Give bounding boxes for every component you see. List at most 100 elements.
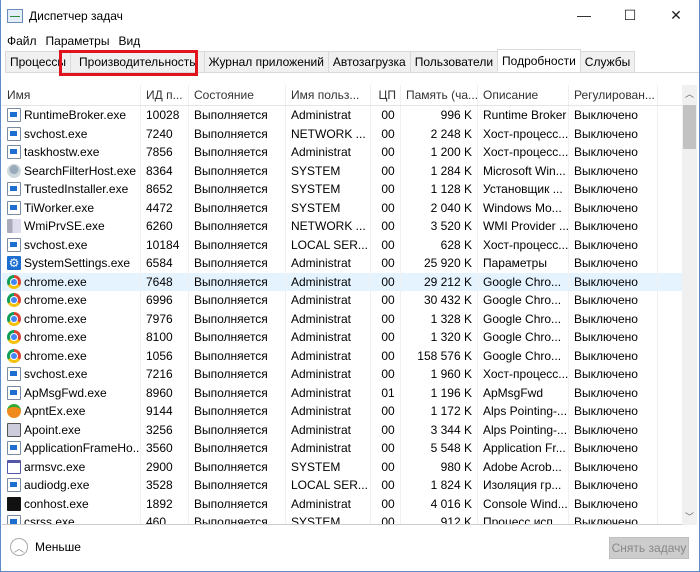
process-user-text: SYSTEM: [291, 182, 341, 197]
process-virtualization: Выключено: [569, 161, 658, 180]
process-pid-text: 9144: [146, 404, 173, 419]
maximize-button[interactable]: ☐: [607, 0, 653, 30]
footer: ︿ Меньше Снять задачу: [2, 526, 698, 570]
column-description[interactable]: Описание: [478, 85, 569, 105]
process-user-text: Administrat: [291, 256, 352, 271]
table-row[interactable]: TiWorker.exe 4472 Выполняется SYSTEM 00 2 040…: [2, 198, 684, 217]
tab-processes[interactable]: Процессы: [5, 51, 72, 72]
process-cpu: 00: [371, 272, 401, 291]
process-status-text: Выполняется: [194, 219, 268, 234]
process-name-text: RuntimeBroker.exe: [24, 108, 127, 123]
table-row[interactable]: ApMsgFwd.exe 8960 Выполняется Administrat 01…: [2, 383, 684, 402]
table-row[interactable]: WmiPrvSE.exe 6260 Выполняется NETWORK ... 00…: [2, 217, 684, 236]
column-memory[interactable]: Память (ча...: [401, 85, 478, 105]
process-status: Выполняется: [189, 143, 286, 162]
table-row[interactable]: chrome.exe 6996 Выполняется Administrat 00 30…: [2, 291, 684, 310]
process-description: Runtime Broker: [478, 106, 569, 125]
process-description-text: Установщик ...: [483, 182, 563, 197]
process-user-text: Administrat: [291, 422, 352, 437]
menu-file[interactable]: Файл: [7, 34, 37, 48]
process-user-text: Administrat: [291, 293, 352, 308]
fewer-details-button[interactable]: ︿ Меньше: [10, 538, 81, 556]
process-virtualization: Выключено: [569, 235, 658, 254]
exe-process-icon: [7, 515, 21, 524]
process-name-text: chrome.exe: [24, 274, 87, 289]
process-user: LOCAL SER...: [286, 235, 371, 254]
column-user[interactable]: Имя польз...: [286, 85, 371, 105]
process-pid-text: 7216: [146, 367, 173, 382]
process-pid: 6584: [141, 254, 189, 273]
end-task-button[interactable]: Снять задачу: [609, 537, 689, 559]
process-virtualization-text: Выключено: [574, 182, 638, 197]
process-user-text: NETWORK ...: [291, 219, 366, 234]
scroll-down-icon[interactable]: ﹀: [682, 510, 697, 523]
process-memory: 980 K: [401, 457, 478, 476]
column-status[interactable]: Состояние: [189, 85, 286, 105]
table-row[interactable]: ⚙ SystemSettings.exe 6584 Выполняется Admini…: [2, 254, 684, 273]
process-cpu: 00: [371, 420, 401, 439]
process-virtualization: Выключено: [569, 457, 658, 476]
tab-performance[interactable]: Производительность: [70, 51, 205, 72]
tab-app-history[interactable]: Журнал приложений: [203, 51, 329, 72]
table-row[interactable]: chrome.exe 7648 Выполняется Administrat 00 29…: [2, 272, 684, 291]
table-row[interactable]: ApplicationFrameHo... 3560 Выполняется Admi…: [2, 439, 684, 458]
scroll-up-icon[interactable]: ︿: [682, 87, 697, 100]
table-row[interactable]: conhost.exe 1892 Выполняется Administrat 00 4…: [2, 494, 684, 513]
process-memory: 3 344 K: [401, 420, 478, 439]
table-row[interactable]: chrome.exe 8100 Выполняется Administrat 00 1 …: [2, 328, 684, 347]
table-row[interactable]: SearchFilterHost.exe 8364 Выполняется SYSTE…: [2, 161, 684, 180]
table-row[interactable]: ApntEx.exe 9144 Выполняется Administrat 00 1 …: [2, 402, 684, 421]
process-virtualization-text: Выключено: [574, 108, 638, 123]
process-status: Выполняется: [189, 217, 286, 236]
process-cpu: 00: [371, 106, 401, 125]
scrollbar-thumb[interactable]: [683, 105, 696, 149]
process-pid: 8364: [141, 161, 189, 180]
table-row[interactable]: svchost.exe 7216 Выполняется Administrat 00 1…: [2, 365, 684, 384]
process-name-text: ApntEx.exe: [24, 404, 86, 419]
process-virtualization: Выключено: [569, 494, 658, 513]
process-user-text: Administrat: [291, 385, 352, 400]
table-row[interactable]: svchost.exe 10184 Выполняется LOCAL SER... 0…: [2, 235, 684, 254]
table-row[interactable]: audiodg.exe 3528 Выполняется LOCAL SER... 00…: [2, 476, 684, 495]
table-row[interactable]: armsvc.exe 2900 Выполняется SYSTEM 00 980 K Ad…: [2, 457, 684, 476]
process-description-text: Google Chro...: [483, 348, 562, 363]
tab-users[interactable]: Пользователи: [409, 51, 499, 72]
menu-view[interactable]: Вид: [118, 34, 140, 48]
exe-process-icon: [7, 200, 21, 215]
process-cpu: 00: [371, 513, 401, 524]
table-row[interactable]: svchost.exe 7240 Выполняется NETWORK ... 00 2…: [2, 124, 684, 143]
process-cpu-text: 00: [381, 126, 395, 141]
process-name-text: svchost.exe: [24, 237, 88, 252]
tab-startup[interactable]: Автозагрузка: [327, 51, 411, 72]
process-memory-text: 1 200 K: [430, 145, 472, 160]
vertical-scrollbar[interactable]: ︿ ﹀: [682, 85, 697, 525]
process-description-text: Alps Pointing-...: [483, 422, 568, 437]
process-memory-text: 5 548 K: [430, 441, 472, 456]
column-name[interactable]: Имя: [2, 85, 141, 105]
table-row[interactable]: chrome.exe 1056 Выполняется Administrat 00 15…: [2, 346, 684, 365]
close-button[interactable]: ✕: [653, 0, 699, 30]
table-row[interactable]: chrome.exe 7976 Выполняется Administrat 00 1 …: [2, 309, 684, 328]
process-name: ApMsgFwd.exe: [2, 383, 141, 402]
column-pid[interactable]: ИД п...: [141, 85, 189, 105]
task-manager-icon: [7, 9, 23, 23]
process-name: ApntEx.exe: [2, 402, 141, 421]
process-pid: 6260: [141, 217, 189, 236]
process-pid: 1056: [141, 346, 189, 365]
process-name-text: TiWorker.exe: [24, 200, 95, 215]
minimize-button[interactable]: —: [561, 0, 607, 30]
tab-details[interactable]: Подробности: [497, 49, 581, 72]
table-row[interactable]: RuntimeBroker.exe 10028 Выполняется Adminis…: [2, 106, 684, 125]
process-name-text: conhost.exe: [24, 496, 89, 511]
process-cpu: 00: [371, 180, 401, 199]
menu-options[interactable]: Параметры: [46, 34, 110, 48]
table-row[interactable]: TrustedInstaller.exe 8652 Выполняется SYSTE…: [2, 180, 684, 199]
table-row[interactable]: Apoint.exe 3256 Выполняется Administrat 00 3 …: [2, 420, 684, 439]
table-row[interactable]: taskhostw.exe 7856 Выполняется Administrat 0…: [2, 143, 684, 162]
process-cpu: 00: [371, 365, 401, 384]
exe-process-icon: [7, 385, 21, 400]
table-row[interactable]: csrss.exe 460 Выполняется SYSTEM 00 912 K Проц…: [2, 513, 684, 524]
column-virtualization[interactable]: Регулирован...: [569, 85, 658, 105]
tab-services[interactable]: Службы: [579, 51, 636, 72]
column-cpu[interactable]: ЦП: [371, 85, 401, 105]
